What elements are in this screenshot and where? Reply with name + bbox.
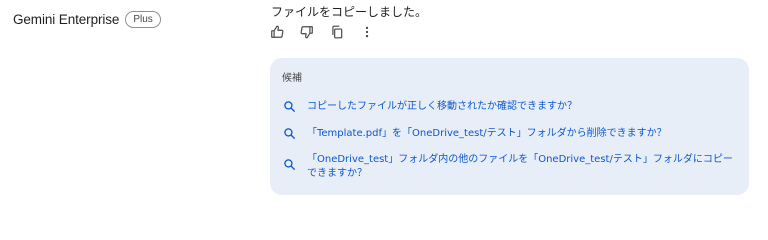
search-icon [284,159,296,171]
copy-icon [332,25,343,39]
suggestion-text: コピーしたファイルが正しく移動されたか確認できますか？ [307,101,577,112]
response-text: ファイルをコピーしました。 [271,5,428,19]
suggestion-text: 「Template.pdf」を「OneDrive_test/テスト」フォルダから… [307,128,667,139]
more-vert-icon [365,26,369,38]
suggestions-title: 候補 [282,73,302,84]
thumbs-down-icon [300,26,313,39]
thumbs-up-button[interactable] [270,24,300,40]
plan-badge: Plus [125,11,161,28]
response-actions [270,24,390,40]
thumbs-down-button[interactable] [300,24,330,40]
thumbs-up-icon [271,25,284,38]
suggestion-text: 「OneDrive_test」フォルダ内の他のファイルを「OneDrive_te… [307,154,733,179]
search-icon [284,128,296,140]
brand: Gemini Enterprise Plus [13,11,161,28]
more-options-button[interactable] [360,24,390,40]
copy-button[interactable] [330,24,360,40]
suggestions-panel: 候補 コピーしたファイルが正しく移動されたか確認できますか？ 「Template… [270,58,749,195]
brand-name: Gemini Enterprise [13,12,120,27]
search-icon [284,101,296,113]
